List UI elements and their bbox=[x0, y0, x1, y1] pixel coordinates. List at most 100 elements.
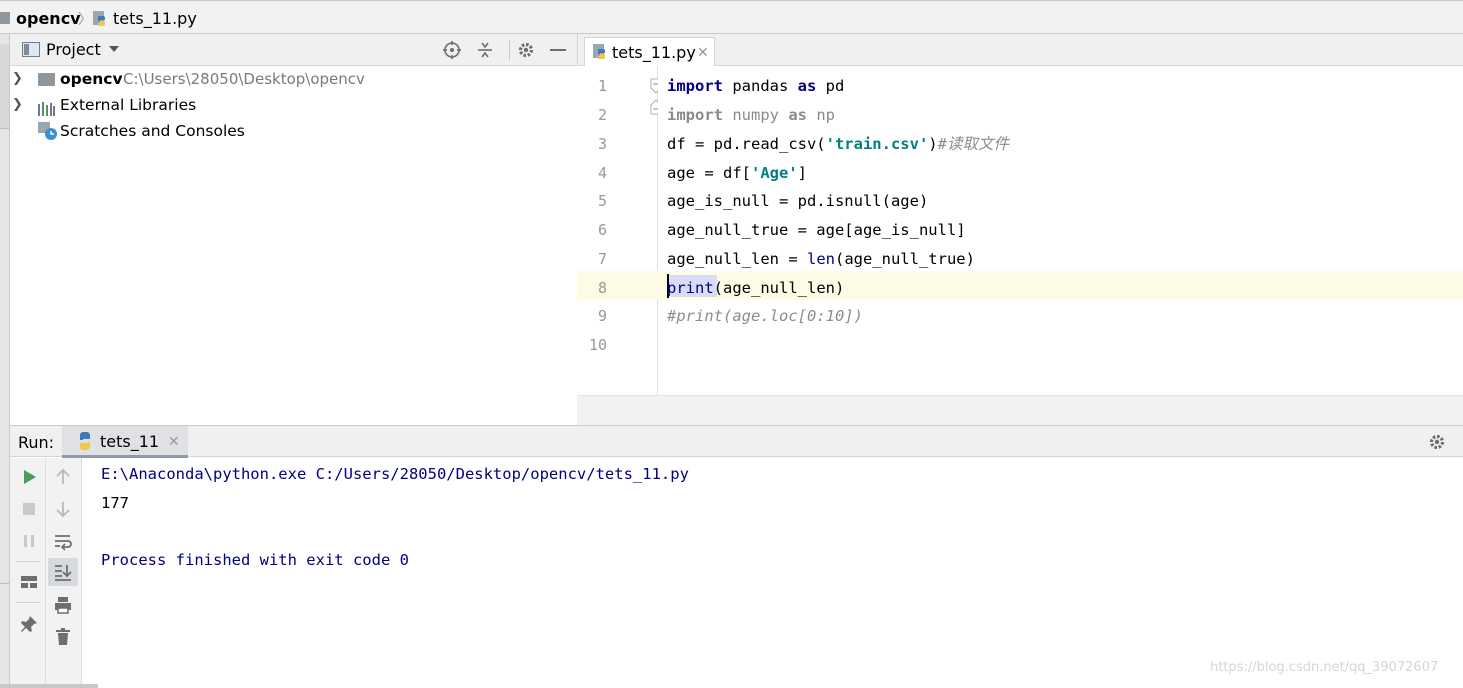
up-arrow-icon[interactable] bbox=[53, 467, 73, 487]
folder-icon bbox=[0, 12, 10, 24]
code-token: age_null_true = age[age_is_null] bbox=[667, 221, 966, 239]
trash-icon[interactable] bbox=[53, 627, 73, 647]
console-line-command: E:\Anaconda\python.exe C:/Users/28050/De… bbox=[101, 465, 689, 483]
console-output[interactable]: E:\Anaconda\python.exe C:/Users/28050/De… bbox=[82, 458, 1463, 688]
breadcrumb-separator-icon: 〉 bbox=[78, 12, 92, 28]
code-line: import pandas as pd bbox=[667, 76, 844, 96]
tree-item-label: External Libraries bbox=[60, 96, 197, 114]
project-tool-tab[interactable] bbox=[0, 44, 9, 129]
line-number: 1 bbox=[597, 77, 607, 95]
line-number: 6 bbox=[597, 221, 607, 239]
editor-footer bbox=[577, 395, 1463, 425]
watermark: https://blog.csdn.net/qq_39072607 bbox=[1210, 660, 1439, 675]
line-number: 8 bbox=[597, 279, 607, 297]
pause-icon[interactable] bbox=[19, 531, 39, 551]
print-icon[interactable] bbox=[53, 595, 73, 615]
collapse-icon[interactable] bbox=[475, 40, 495, 60]
stop-icon[interactable] bbox=[19, 499, 39, 519]
tree-item-label: Scratches and Consoles bbox=[60, 122, 245, 140]
scroll-to-end-icon[interactable] bbox=[53, 562, 73, 582]
project-tree: ❯ opencv C:\Users\28050\Desktop\opencv ❯… bbox=[10, 66, 577, 425]
python-file-icon bbox=[76, 432, 94, 450]
scratches-icon bbox=[38, 122, 58, 140]
code-line: df = pd.read_csv('train.csv')#读取文件 bbox=[667, 134, 1009, 154]
editor-tab-bar: tets_11.py ✕ bbox=[577, 34, 1463, 66]
library-icon bbox=[38, 98, 56, 116]
code-token: 'Age' bbox=[751, 164, 798, 182]
structure-tool-tab[interactable] bbox=[0, 454, 9, 584]
run-tab[interactable]: tets_11 ✕ bbox=[62, 426, 188, 458]
code-token: ] bbox=[797, 164, 808, 182]
run-panel-label: Run: bbox=[18, 433, 55, 452]
tree-item-label: opencv bbox=[60, 70, 123, 88]
code-token: age_is_null = pd.isnull(age) bbox=[667, 192, 929, 210]
pin-icon[interactable] bbox=[19, 614, 39, 634]
gear-icon[interactable] bbox=[516, 40, 536, 60]
code-token: (age_null_true) bbox=[834, 250, 975, 268]
minimize-icon[interactable] bbox=[550, 49, 566, 51]
code-line: print(age_null_len) bbox=[667, 278, 844, 298]
code-line: age_is_null = pd.isnull(age) bbox=[667, 191, 928, 211]
chevron-right-icon[interactable]: ❯ bbox=[12, 66, 23, 92]
toolbar-divider bbox=[16, 561, 40, 562]
project-panel-header: Project bbox=[10, 34, 577, 66]
code-token: np bbox=[807, 106, 835, 124]
folder-icon bbox=[38, 73, 55, 86]
breadcrumb: opencv 〉 tets_11.py bbox=[0, 0, 1463, 34]
breadcrumb-project[interactable]: opencv bbox=[16, 9, 81, 29]
chevron-right-icon[interactable]: ❯ bbox=[12, 92, 23, 118]
breadcrumb-file[interactable]: tets_11.py bbox=[113, 9, 197, 29]
code-line: #print(age.loc[0:10]) bbox=[667, 306, 863, 326]
layout-icon[interactable] bbox=[19, 572, 39, 592]
line-number: 4 bbox=[597, 164, 607, 182]
toolbar-divider bbox=[16, 602, 40, 603]
project-panel-title[interactable]: Project bbox=[46, 40, 101, 60]
tree-row-scratches[interactable]: Scratches and Consoles bbox=[10, 118, 577, 144]
code-token: import bbox=[667, 77, 723, 95]
code-token: 'train.csv' bbox=[825, 135, 929, 153]
run-toolbar-primary bbox=[10, 458, 46, 688]
code-token: ) bbox=[928, 135, 938, 153]
tree-row-opencv[interactable]: ❯ opencv C:\Users\28050\Desktop\opencv bbox=[10, 66, 577, 92]
panel-divider bbox=[509, 40, 510, 60]
close-icon[interactable]: ✕ bbox=[168, 432, 180, 452]
code-token: pandas bbox=[723, 77, 798, 95]
gear-icon[interactable] bbox=[1427, 432, 1447, 452]
python-file-icon bbox=[592, 44, 608, 60]
code-token: age = df[ bbox=[667, 164, 751, 182]
editor-tab[interactable]: tets_11.py ✕ bbox=[584, 37, 715, 66]
python-file-icon bbox=[92, 11, 108, 27]
bottom-scrollbar[interactable] bbox=[0, 684, 98, 688]
run-icon[interactable] bbox=[19, 467, 39, 487]
code-token: #读取文件 bbox=[937, 135, 1009, 153]
code-editor[interactable]: import pandas as pd import numpy as np df … bbox=[658, 66, 1463, 395]
line-number: 9 bbox=[597, 307, 607, 325]
code-token: df = pd.read_csv( bbox=[667, 135, 826, 153]
code-token: print bbox=[667, 279, 714, 297]
code-token: as bbox=[788, 106, 807, 124]
favorites-tool-tab[interactable] bbox=[0, 594, 9, 688]
editor-tab-label: tets_11.py bbox=[612, 43, 696, 62]
soft-wrap-icon[interactable] bbox=[53, 531, 73, 551]
tree-row-external-libraries[interactable]: ❯ External Libraries bbox=[10, 92, 577, 118]
editor-gutter: 1 2 3 4 5 6 7 8 9 10 bbox=[577, 66, 662, 395]
locate-icon[interactable] bbox=[442, 40, 462, 60]
code-token: len bbox=[806, 250, 835, 268]
code-token: (age_null_len) bbox=[713, 279, 845, 297]
line-number: 10 bbox=[588, 336, 607, 354]
down-arrow-icon[interactable] bbox=[53, 499, 73, 519]
code-line: age_null_true = age[age_is_null] bbox=[667, 220, 966, 240]
code-token: age_null_len = bbox=[667, 250, 807, 268]
code-token: import bbox=[667, 106, 723, 124]
run-tab-label: tets_11 bbox=[100, 432, 160, 451]
close-icon[interactable]: ✕ bbox=[697, 43, 709, 63]
line-number: 2 bbox=[597, 106, 607, 124]
code-token: as bbox=[797, 77, 817, 95]
line-number: 7 bbox=[597, 250, 607, 268]
console-line-exit: Process finished with exit code 0 bbox=[101, 551, 409, 569]
code-line: import numpy as np bbox=[667, 105, 835, 125]
tree-item-path: C:\Users\28050\Desktop\opencv bbox=[123, 70, 365, 88]
line-number: 3 bbox=[597, 135, 607, 153]
chevron-down-icon[interactable] bbox=[109, 46, 119, 52]
ide-window: opencv 〉 tets_11.py Project ❯ opencv C:\… bbox=[0, 0, 1463, 688]
